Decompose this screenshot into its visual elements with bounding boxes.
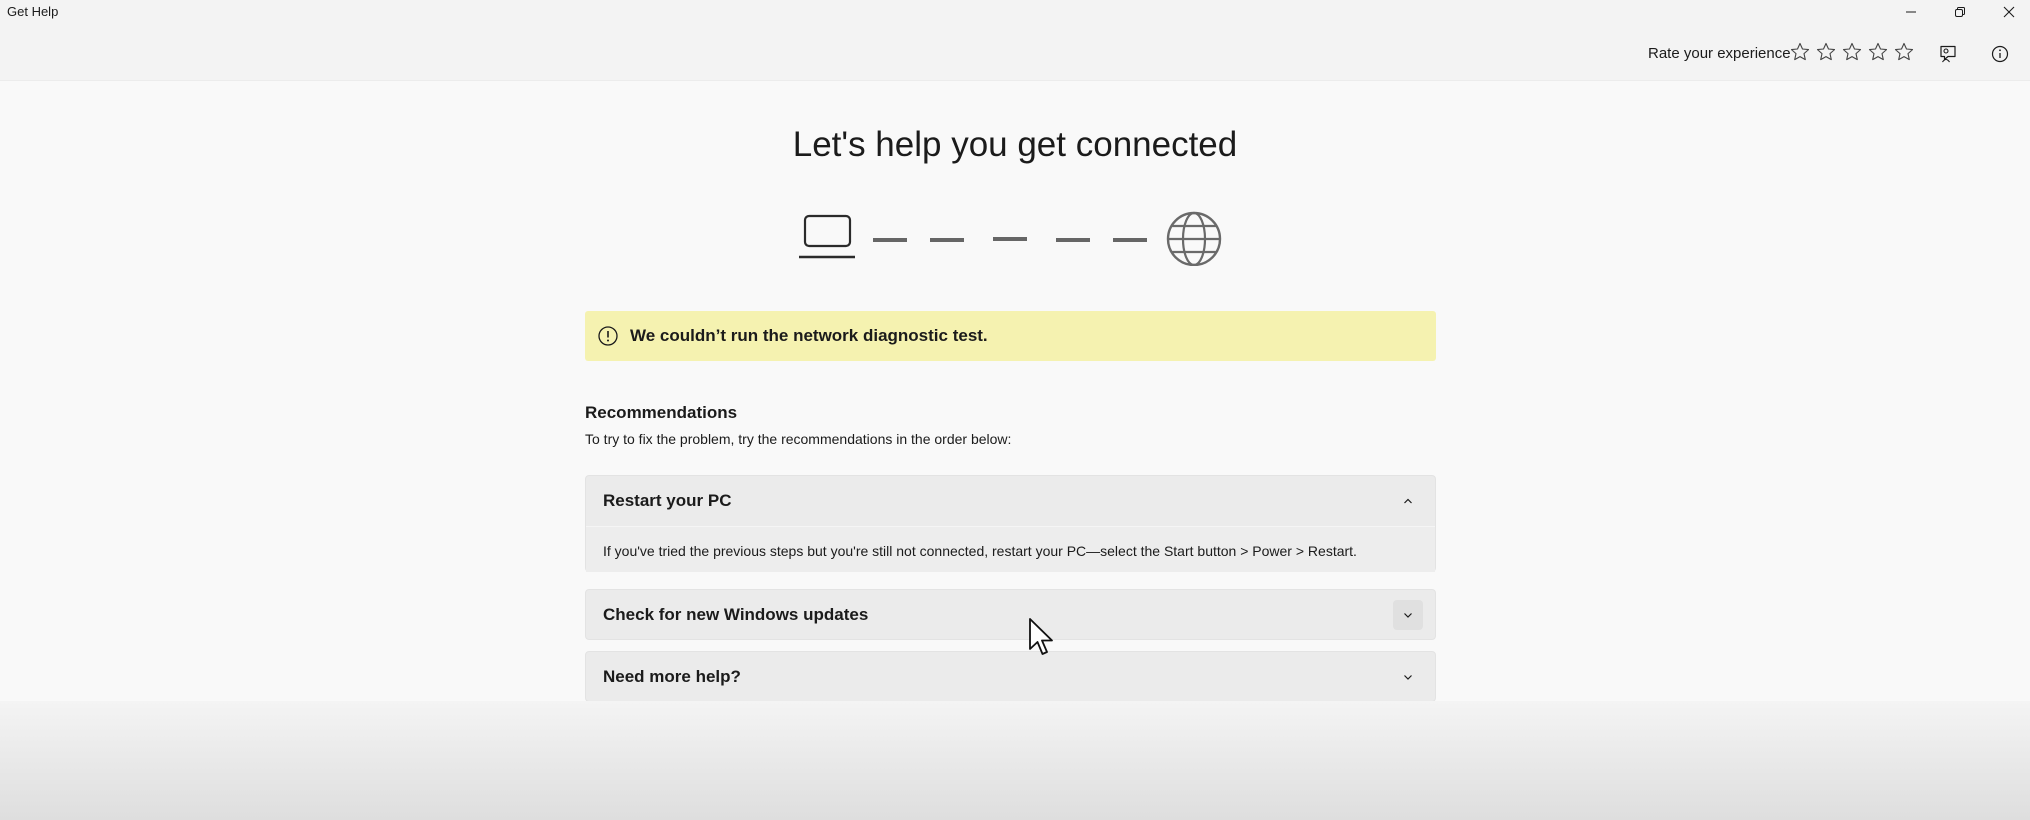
title-bar: Get Help Rate your experience [0, 0, 2030, 81]
minimize-button[interactable] [1887, 0, 1935, 24]
main-content: Let's help you get connected We couldn’t… [0, 81, 2030, 702]
recommendation-restart-pc: Restart your PC If you've tried the prev… [585, 475, 1436, 572]
page-title: Let's help you get connected [792, 125, 1238, 164]
restore-icon [1955, 7, 1965, 17]
recommendation-title: Restart your PC [603, 491, 732, 510]
restore-button[interactable] [1936, 0, 1984, 24]
chevron-down-icon[interactable] [1393, 600, 1423, 630]
connection-dashes [873, 237, 1147, 242]
recommendation-windows-updates[interactable]: Check for new Windows updates [585, 589, 1436, 640]
diagnostic-warning-banner: We couldn’t run the network diagnostic t… [585, 311, 1436, 361]
rating-stars [1790, 42, 1914, 62]
info-icon [1991, 45, 2009, 63]
chevron-down-icon[interactable] [1393, 662, 1423, 692]
mouse-cursor-icon [1029, 618, 1053, 655]
star-4-icon[interactable] [1868, 42, 1888, 62]
recommendations-heading: Recommendations [585, 403, 738, 422]
close-button[interactable] [1985, 0, 2030, 24]
star-5-icon[interactable] [1894, 42, 1914, 62]
feedback-button[interactable] [1934, 40, 1962, 68]
restart-pc-header[interactable]: Restart your PC [586, 476, 1435, 526]
recommendation-title: Check for new Windows updates [603, 605, 869, 624]
laptop-icon [799, 214, 855, 259]
warning-icon [596, 324, 620, 348]
close-icon [2003, 6, 2015, 18]
bottom-fade [0, 701, 2030, 820]
app-title: Get Help [7, 4, 59, 19]
globe-icon [1166, 211, 1222, 266]
info-button[interactable] [1986, 40, 2014, 68]
need-more-help-header[interactable]: Need more help? [586, 652, 1435, 702]
feedback-icon [1940, 45, 1956, 63]
connection-diagram [799, 211, 1222, 266]
star-1-icon[interactable] [1790, 42, 1810, 62]
minimize-icon [1906, 11, 1916, 13]
chevron-up-icon[interactable] [1393, 486, 1423, 516]
recommendation-body: If you've tried the previous steps but y… [586, 526, 1435, 572]
windows-updates-header[interactable]: Check for new Windows updates [586, 590, 1435, 640]
rate-experience-label: Rate your experience [1648, 45, 1791, 62]
recommendation-need-more-help[interactable]: Need more help? [585, 651, 1436, 702]
star-2-icon[interactable] [1816, 42, 1836, 62]
banner-text: We couldn’t run the network diagnostic t… [630, 326, 988, 345]
star-3-icon[interactable] [1842, 42, 1862, 62]
recommendation-title: Need more help? [603, 667, 741, 686]
recommendations-subtitle: To try to fix the problem, try the recom… [585, 431, 1012, 447]
